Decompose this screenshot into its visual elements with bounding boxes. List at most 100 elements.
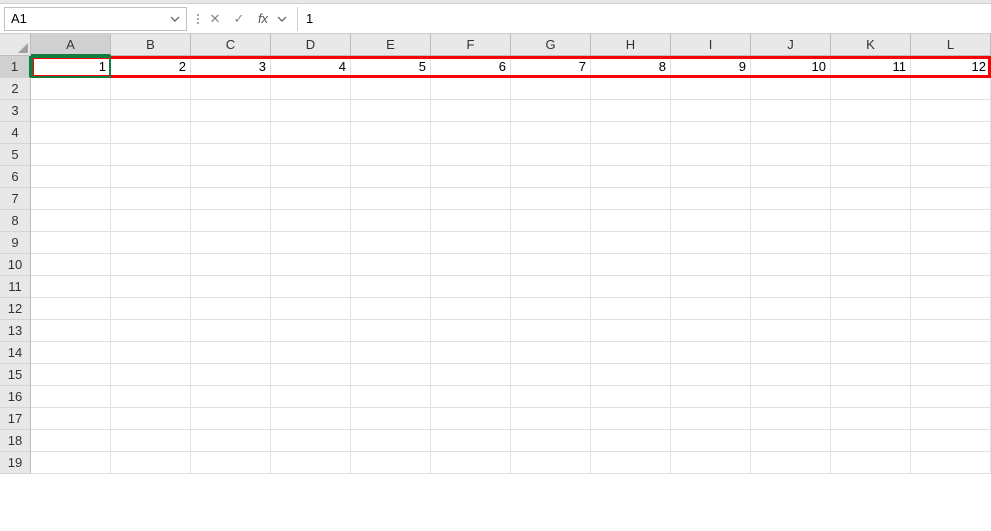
cell[interactable] [671, 122, 751, 144]
cell[interactable] [351, 232, 431, 254]
cell[interactable] [31, 386, 111, 408]
cell[interactable] [351, 188, 431, 210]
formula-input[interactable] [297, 7, 987, 31]
cell[interactable] [431, 320, 511, 342]
cell[interactable] [591, 298, 671, 320]
column-header[interactable]: B [111, 34, 191, 56]
cell[interactable]: 3 [191, 56, 271, 78]
row-header[interactable]: 16 [0, 386, 31, 408]
cell[interactable] [31, 232, 111, 254]
cell[interactable] [431, 386, 511, 408]
cell[interactable] [351, 144, 431, 166]
cell[interactable] [591, 232, 671, 254]
cell[interactable] [111, 144, 191, 166]
cell[interactable] [191, 100, 271, 122]
cell[interactable] [191, 276, 271, 298]
cell[interactable]: 11 [831, 56, 911, 78]
cell[interactable] [191, 254, 271, 276]
cell[interactable] [511, 320, 591, 342]
cell[interactable] [431, 298, 511, 320]
cell[interactable] [591, 364, 671, 386]
cell[interactable] [911, 452, 991, 474]
cell[interactable] [511, 342, 591, 364]
cell[interactable] [911, 320, 991, 342]
cell[interactable]: 8 [591, 56, 671, 78]
cell[interactable] [111, 188, 191, 210]
cell[interactable]: 12 [911, 56, 991, 78]
cell[interactable] [271, 342, 351, 364]
cell[interactable] [831, 342, 911, 364]
cell[interactable] [351, 386, 431, 408]
cell[interactable] [31, 452, 111, 474]
cell[interactable] [431, 452, 511, 474]
cell[interactable] [831, 122, 911, 144]
cell[interactable] [431, 122, 511, 144]
cell[interactable] [751, 298, 831, 320]
cell[interactable] [191, 452, 271, 474]
cell[interactable] [351, 100, 431, 122]
cell[interactable] [271, 298, 351, 320]
cell[interactable]: 5 [351, 56, 431, 78]
cell[interactable] [511, 276, 591, 298]
cell[interactable] [671, 232, 751, 254]
row-header[interactable]: 15 [0, 364, 31, 386]
cell[interactable] [31, 254, 111, 276]
cell[interactable] [351, 364, 431, 386]
cell[interactable] [911, 254, 991, 276]
column-header[interactable]: K [831, 34, 911, 56]
cell[interactable] [751, 78, 831, 100]
cell[interactable] [831, 276, 911, 298]
cell[interactable] [511, 386, 591, 408]
cell[interactable] [191, 298, 271, 320]
cell[interactable] [751, 408, 831, 430]
cell[interactable] [351, 408, 431, 430]
cell[interactable] [191, 78, 271, 100]
cell[interactable] [591, 166, 671, 188]
cell[interactable]: 2 [111, 56, 191, 78]
cell[interactable] [431, 100, 511, 122]
cell[interactable]: 4 [271, 56, 351, 78]
cell[interactable] [751, 386, 831, 408]
cell[interactable] [911, 430, 991, 452]
cell[interactable] [111, 342, 191, 364]
cell[interactable] [431, 78, 511, 100]
cell[interactable] [351, 320, 431, 342]
cell[interactable] [591, 210, 671, 232]
cell[interactable] [831, 320, 911, 342]
cell[interactable] [431, 408, 511, 430]
cell[interactable] [831, 430, 911, 452]
cell[interactable] [511, 364, 591, 386]
cell[interactable] [271, 364, 351, 386]
cell[interactable] [671, 210, 751, 232]
cell[interactable] [191, 122, 271, 144]
cell[interactable] [111, 122, 191, 144]
cell[interactable] [31, 210, 111, 232]
row-header[interactable]: 12 [0, 298, 31, 320]
column-header[interactable]: D [271, 34, 351, 56]
cell[interactable] [751, 188, 831, 210]
row-header[interactable]: 11 [0, 276, 31, 298]
row-header[interactable]: 5 [0, 144, 31, 166]
chevron-down-icon[interactable] [277, 14, 287, 24]
cell[interactable] [31, 342, 111, 364]
cell[interactable] [111, 430, 191, 452]
cell[interactable] [911, 78, 991, 100]
cell[interactable] [431, 254, 511, 276]
cell[interactable] [31, 408, 111, 430]
cell[interactable] [111, 254, 191, 276]
cell[interactable]: 10 [751, 56, 831, 78]
cell[interactable] [591, 78, 671, 100]
row-header[interactable]: 8 [0, 210, 31, 232]
cell[interactable] [591, 342, 671, 364]
cell[interactable] [831, 232, 911, 254]
cells-area[interactable]: 123456789101112 [31, 56, 991, 474]
cell[interactable] [511, 408, 591, 430]
cell[interactable] [751, 254, 831, 276]
cell[interactable] [911, 144, 991, 166]
cell[interactable] [351, 210, 431, 232]
cell[interactable] [911, 342, 991, 364]
row-header[interactable]: 10 [0, 254, 31, 276]
row-header[interactable]: 7 [0, 188, 31, 210]
cell[interactable] [831, 166, 911, 188]
column-header[interactable]: L [911, 34, 991, 56]
